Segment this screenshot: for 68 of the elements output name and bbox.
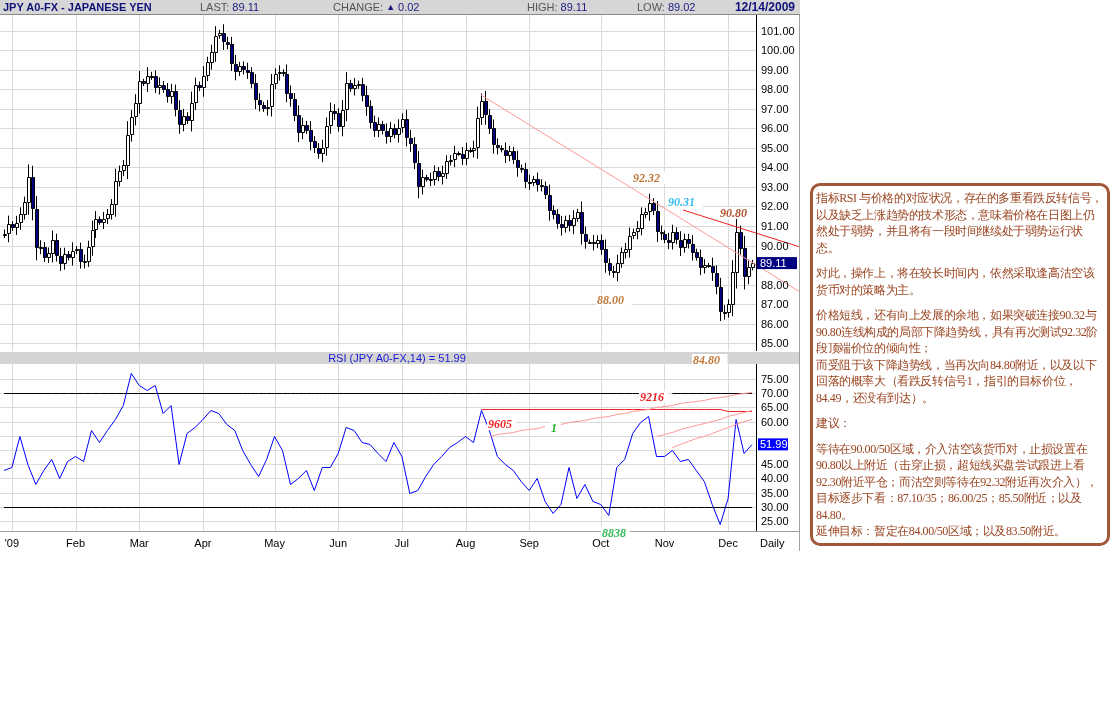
axis-label: 96.00 — [761, 122, 789, 135]
commentary-text: 建议： — [816, 415, 852, 432]
axis-label: 93.00 — [761, 180, 789, 193]
commentary-text: 而受阻于该下降趋势线，当再次向84.80附近，以及以下回落的概率大（看跌反转信号1，指引的目标价位，84.49，还没有到达）。 — [816, 356, 1098, 406]
stat-label: LOW: — [637, 0, 665, 14]
axis-label: 35.00 — [761, 486, 789, 499]
stat-value: 89.11 — [232, 0, 260, 14]
axis-label: 25.00 — [761, 515, 789, 528]
stat-value: 0.02 — [398, 0, 420, 14]
axis-label: 60.00 — [761, 415, 789, 428]
chart-label: 9216 — [640, 390, 664, 404]
chart-label: 90.80 — [720, 206, 747, 220]
stat-label: HIGH: — [527, 0, 558, 14]
month-label: Aug — [455, 537, 476, 549]
axis-label: 70.00 — [761, 387, 789, 400]
month-label: Mar — [129, 537, 149, 549]
commentary-text: 价格短线，还有向上发展的余地，如果突破连接90.32与90.80连线构成的局部下降趋势线，具有再次测试92.32阶段顶端价位的倾向性； — [816, 307, 1099, 357]
axis-label: 65.00 — [761, 401, 789, 414]
axis-label: 99.00 — [761, 63, 789, 76]
axis-label: 94.00 — [761, 161, 789, 174]
stat-label: LAST: — [200, 0, 230, 14]
commentary-text: 等待在90.00/50区域，介入沽空该货币对，止损设置在90.80以上附近（击穿止损，超短线买盘尝试跟进上看92.30附近平仓；而沽空则等待在92.32附近再次介入），目标逐步下看：87.10/35；86.00/25；85.50附近；以及84.80。 — [816, 440, 1099, 523]
commentary-text: 延伸目标：暂定在84.00/50区域；以及83.50附近。 — [816, 523, 1067, 540]
month-label: '09 — [4, 537, 20, 549]
month-label: Jun — [329, 537, 348, 549]
commentary-text: 对此，操作上，将在较长时间内，依然采取逢高沽空该货币对的策略为主。 — [816, 265, 1096, 298]
chart-label: 84.80 — [693, 353, 720, 367]
symbol-title: JPY A0-FX - JAPANESE YEN — [3, 0, 153, 14]
change-arrow: ▲ — [386, 2, 396, 12]
axis-label: 95.00 — [761, 141, 789, 154]
axis-label: 30.00 — [761, 500, 789, 513]
axis-label: 101.00 — [761, 24, 795, 37]
axis-label: 98.00 — [761, 83, 789, 96]
axis-label: 100.00 — [761, 44, 795, 57]
month-label: Dec — [718, 537, 738, 549]
month-label: Feb — [66, 537, 86, 549]
value-tag: 89.11 — [757, 257, 797, 270]
month-label: May — [264, 537, 285, 549]
chart-label: 88.00 — [597, 293, 624, 307]
stat-value: 89.11 — [560, 0, 588, 14]
month-label: Sep — [519, 537, 539, 549]
stat-label: CHANGE: — [333, 0, 384, 14]
axis-label: 87.00 — [761, 298, 789, 311]
axis-label: 40.00 — [761, 472, 789, 485]
chart-label: 8838 — [602, 526, 626, 540]
axis-label: 91.00 — [761, 220, 789, 232]
month-label: Apr — [194, 537, 212, 549]
axis-title: Daily — [760, 537, 785, 549]
axis-label: 97.00 — [761, 102, 789, 115]
value-tag: 51.99 — [758, 438, 788, 451]
quote-date: 12/14/2009 — [734, 0, 795, 14]
axis-label: 45.00 — [761, 458, 789, 471]
axis-label: 92.00 — [761, 200, 789, 213]
month-label: Nov — [654, 537, 675, 549]
indicator-title: RSI (JPY A0-FX,14) = 51.99 — [328, 351, 466, 364]
axis-label: 86.00 — [761, 317, 789, 330]
chart-label: 90.31 — [668, 195, 695, 209]
chart-label: 9605 — [488, 417, 512, 431]
commentary-text: 指标RSI 与价格的对应状况，存在的多重看跌反转信号，以及缺乏上涨趋势的技术形态，意味着价格在日图上仍然处于弱势，并且将有一段时间继续处于弱势运行状态。 — [816, 190, 1104, 256]
axis-label: 85.00 — [761, 337, 789, 350]
stat-value: 89.02 — [667, 0, 696, 14]
chart-label: 1 — [551, 421, 557, 435]
axis-label: 90.00 — [761, 239, 789, 252]
axis-label: 88.00 — [761, 278, 789, 291]
chart-label: 92.32 — [633, 171, 660, 185]
axis-label: 75.00 — [761, 373, 789, 386]
month-label: Jul — [394, 537, 409, 549]
month-label: Oct — [592, 537, 610, 549]
